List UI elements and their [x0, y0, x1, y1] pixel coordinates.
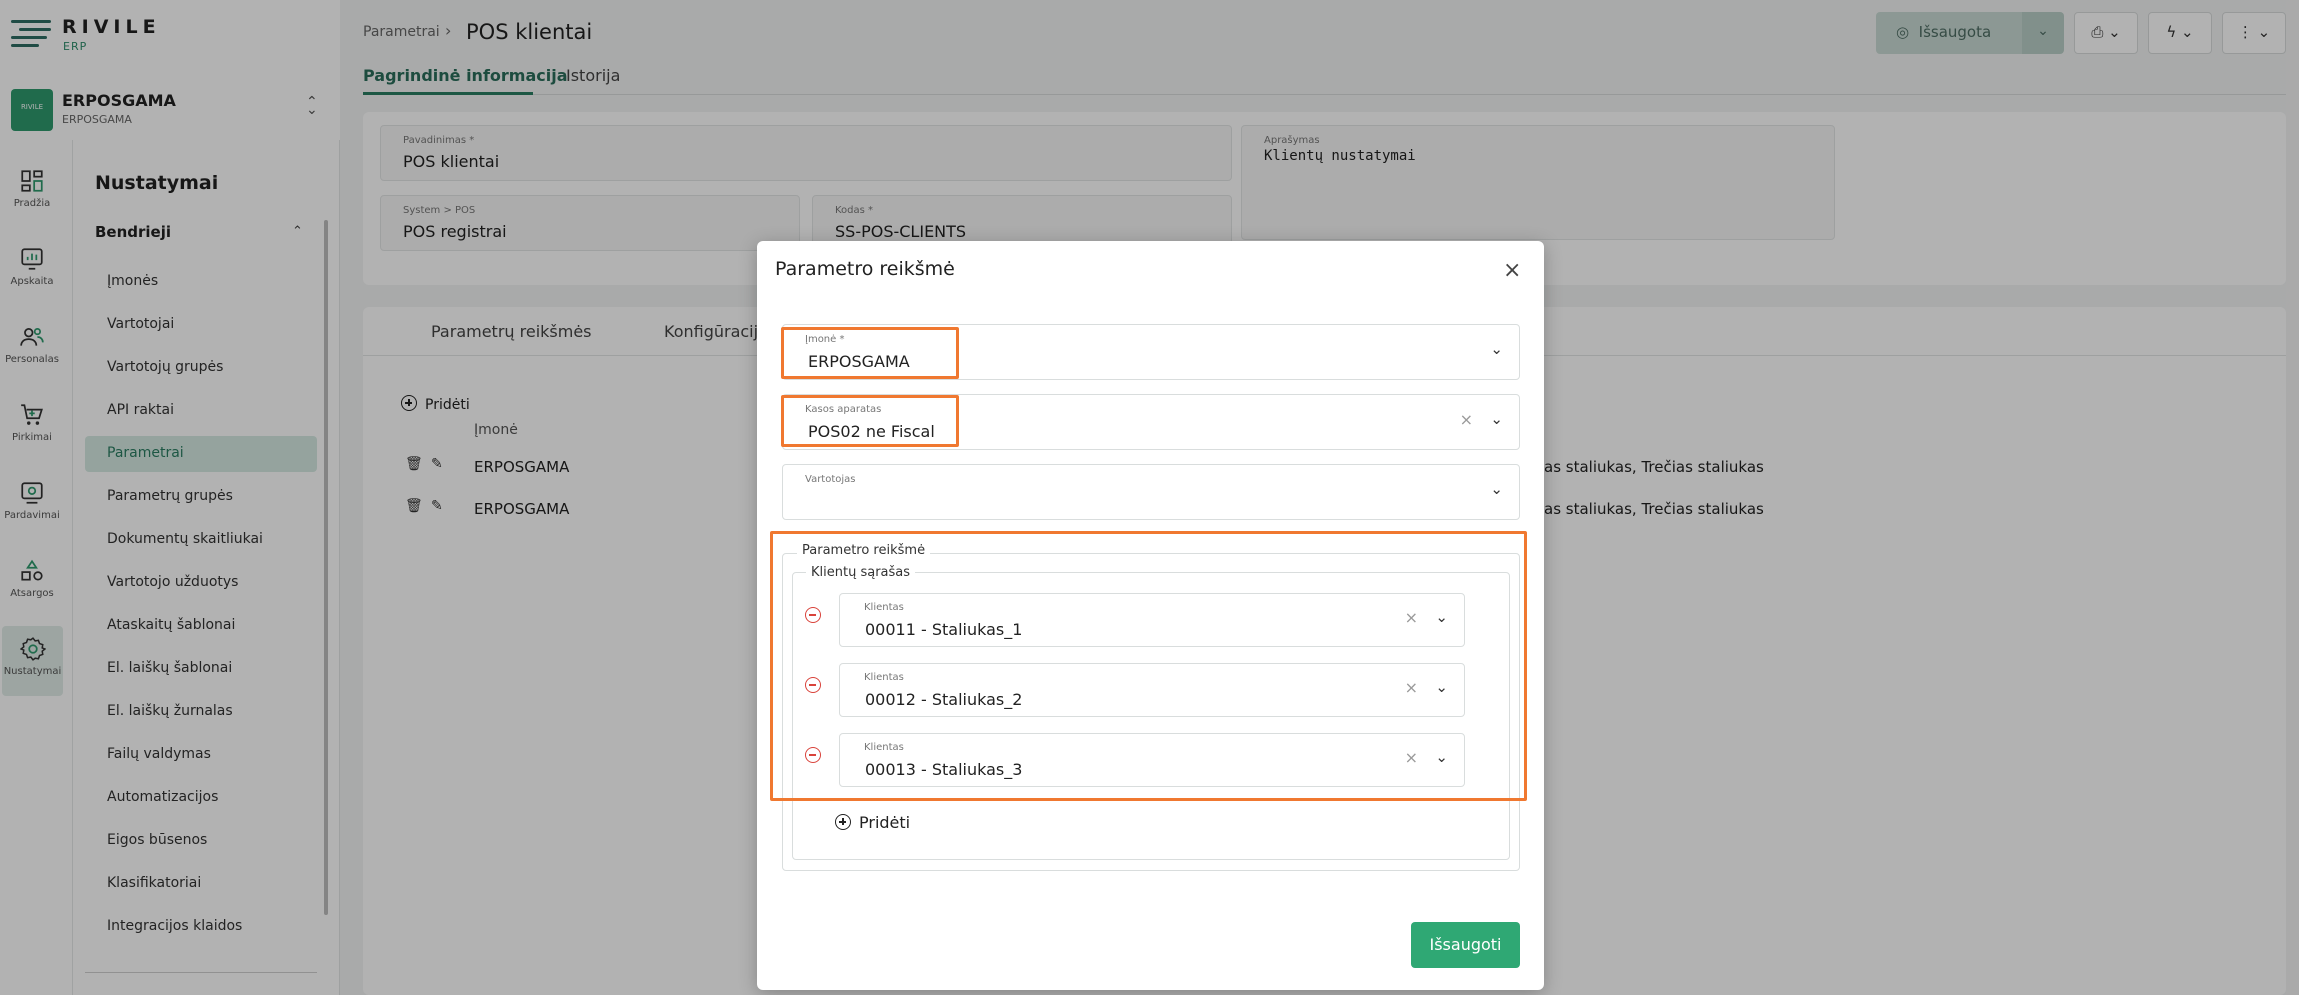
chevron-down-icon[interactable]: ⌄	[1490, 410, 1503, 428]
highlight-register	[781, 395, 959, 447]
user-label: Vartotojas	[805, 474, 856, 485]
clear-icon[interactable]: ×	[1460, 410, 1473, 429]
highlight-client-list	[770, 531, 1527, 801]
add-client-label: Pridėti	[859, 813, 911, 832]
dialog-title: Parametro reikšmė	[775, 258, 955, 280]
plus-circle-icon	[835, 814, 851, 830]
add-client-button[interactable]: Pridėti	[835, 813, 910, 832]
user-select[interactable]: Vartotojas ⌄	[782, 464, 1520, 520]
close-icon[interactable]: ×	[1503, 258, 1521, 283]
chevron-down-icon[interactable]: ⌄	[1490, 340, 1503, 358]
save-button[interactable]: Išsaugoti	[1411, 922, 1520, 968]
highlight-company	[781, 327, 959, 379]
chevron-down-icon[interactable]: ⌄	[1490, 480, 1503, 498]
